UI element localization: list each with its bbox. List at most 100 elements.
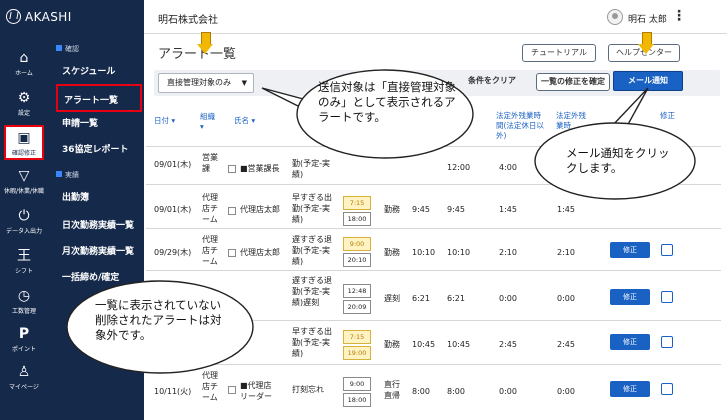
row-alert: 遅すぎる退勤(予定-実績)遅刻	[292, 276, 332, 307]
row-alert: 早すぎる出勤(予定-実績)	[292, 327, 332, 358]
row-divider	[146, 228, 721, 229]
row-actual: 10:45	[447, 340, 471, 349]
menu-item-attendance-book[interactable]: 出勤簿	[62, 190, 89, 203]
confirm-fixes-button[interactable]: 一覧の修正を確定	[536, 73, 610, 91]
row-kind: 勤務	[384, 205, 400, 214]
row-name[interactable]: ■営業課長	[240, 163, 280, 174]
row-kind: 勤務	[384, 248, 400, 257]
point-icon: P	[18, 326, 30, 342]
menu-item-alert-list[interactable]: アラート一覧	[56, 84, 142, 112]
row-select-checkbox[interactable]	[661, 383, 673, 395]
header-overtime-2[interactable]: 法定外残業時	[556, 111, 586, 131]
menu-item-daily-results[interactable]: 日次勤務実績一覧	[62, 218, 134, 231]
header-org[interactable]: 組織 ▾	[200, 112, 215, 132]
row-select-checkbox[interactable]	[661, 291, 673, 303]
row-name[interactable]: ■代理店リーダー	[240, 380, 276, 402]
chevron-down-icon: ▼	[241, 79, 247, 87]
menu-item-monthly-results[interactable]: 月次勤務実績一覧	[62, 244, 134, 257]
row-name[interactable]: 代理店太郎	[240, 204, 280, 215]
row-kind: 遅刻	[384, 294, 400, 303]
menu-section-check: 確認	[56, 44, 79, 54]
menu-item-bulk-close[interactable]: 一括締め/確定	[62, 270, 119, 283]
row-name[interactable]: 代理店太郎	[240, 247, 280, 258]
header-overtime[interactable]: 法定外残業時間(法定休日以外)	[496, 111, 548, 141]
row-divider	[146, 320, 721, 321]
header-label: 氏名	[234, 116, 249, 125]
row-date: 09/01(木)	[154, 205, 192, 214]
section-label: 確認	[65, 45, 79, 53]
management-scope-select[interactable]: 直接管理対象のみ ▼	[158, 73, 254, 93]
menu-item-requests[interactable]: 申請一覧	[62, 116, 98, 129]
planned-start: 7:15	[343, 330, 371, 344]
mail-callout-text: メール通知をクリックします。	[566, 146, 670, 175]
row-checkbox[interactable]	[228, 207, 236, 215]
nav-shift[interactable]: 王シフト	[0, 248, 48, 275]
row-overtime-2: 0:00	[557, 294, 575, 303]
nav-workload[interactable]: ◷ 工数管理	[0, 288, 48, 315]
row-checkbox[interactable]	[228, 249, 236, 257]
row-divider	[146, 270, 721, 271]
clear-filter-button[interactable]: 条件をクリア	[458, 73, 526, 91]
nav-label: ホーム	[15, 70, 33, 77]
nav-home[interactable]: ⌂ ホーム	[0, 50, 48, 77]
nav-points[interactable]: P ポイント	[0, 326, 48, 353]
row-date: 09/01(木)	[154, 160, 192, 169]
nav-leave[interactable]: ▽ 休暇/休業/休職	[0, 168, 48, 195]
brand-name: AKASHI	[25, 10, 72, 24]
row-overtime: 0:00	[499, 387, 517, 396]
yellow-arrow-icon	[638, 32, 654, 54]
row-work: 6:21	[412, 294, 430, 303]
company-name: 明石株式会社	[158, 15, 218, 26]
section-label: 実績	[65, 171, 79, 179]
brand-logo[interactable]: AKASHI	[0, 0, 144, 34]
row-alert: 早すぎる出勤(予定-実績)	[292, 193, 332, 224]
nav-label: 工数管理	[11, 308, 36, 315]
header-label: 日付	[154, 116, 169, 125]
planned-end: 20:09	[343, 300, 371, 314]
mail-notify-button[interactable]: メール通知	[613, 71, 683, 91]
nav-label: マイページ	[9, 384, 39, 391]
row-org: 代理店チーム	[202, 193, 218, 224]
menu-item-36-report[interactable]: 36協定レポート	[62, 142, 129, 155]
row-overtime-2: 0:00	[557, 387, 575, 396]
row-select-checkbox[interactable]	[661, 336, 673, 348]
nav-label: 確認修正	[11, 150, 36, 157]
user-avatar-icon[interactable]	[607, 9, 623, 25]
planned-end: 18:00	[343, 393, 371, 407]
tutorial-button[interactable]: チュートリアル	[522, 44, 596, 62]
edit-button[interactable]: 修正	[610, 334, 650, 350]
row-actual: 12:00	[447, 163, 471, 172]
row-overtime: 1:45	[499, 205, 517, 214]
menu-item-schedule[interactable]: スケジュール	[62, 64, 115, 77]
nav-settings[interactable]: ⚙ 設定	[0, 90, 48, 117]
row-checkbox[interactable]	[228, 386, 236, 394]
nav-check-edit[interactable]: ▣ 確認修正	[4, 125, 44, 160]
nav-data-io[interactable]: ⏻ データ入出力	[0, 208, 48, 235]
nav-mypage[interactable]: ♙ マイページ	[0, 364, 48, 391]
user-name[interactable]: 明石 太郎	[628, 12, 667, 25]
row-alert: 勤(予定-実績)	[292, 159, 331, 179]
header-fix[interactable]: 修正	[660, 111, 675, 121]
deleted-callout-text: 一覧に表示されていない削除されたアラートは対象外です。	[95, 298, 222, 342]
planned-end: 18:00	[343, 212, 371, 226]
menu-sidebar: 確認 スケジュール アラート一覧 申請一覧 36協定レポート 実績 出勤簿 日次…	[48, 34, 144, 420]
row-overtime: 4:00	[499, 163, 517, 172]
row-select-checkbox[interactable]	[661, 244, 673, 256]
row-actual: 9:45	[447, 205, 465, 214]
more-menu-icon[interactable]: ⋮	[672, 8, 686, 24]
nav-label: 休暇/休業/休職	[3, 188, 45, 195]
yellow-arrow-icon	[197, 32, 213, 54]
clock-icon: ◷	[17, 288, 31, 304]
gear-icon: ⚙	[17, 90, 31, 106]
row-work: 10:45	[412, 340, 436, 349]
row-date: 10/11(火)	[154, 387, 192, 396]
header-date[interactable]: 日付 ▾	[154, 116, 175, 126]
header-name[interactable]: 氏名 ▾	[234, 116, 255, 126]
edit-button[interactable]: 修正	[610, 289, 650, 305]
edit-button[interactable]: 修正	[610, 381, 650, 397]
nav-label: シフト	[14, 268, 33, 275]
person-icon: ♙	[17, 364, 31, 380]
row-overtime-2: 1:45	[557, 205, 575, 214]
edit-button[interactable]: 修正	[610, 242, 650, 258]
row-checkbox[interactable]	[228, 165, 236, 173]
